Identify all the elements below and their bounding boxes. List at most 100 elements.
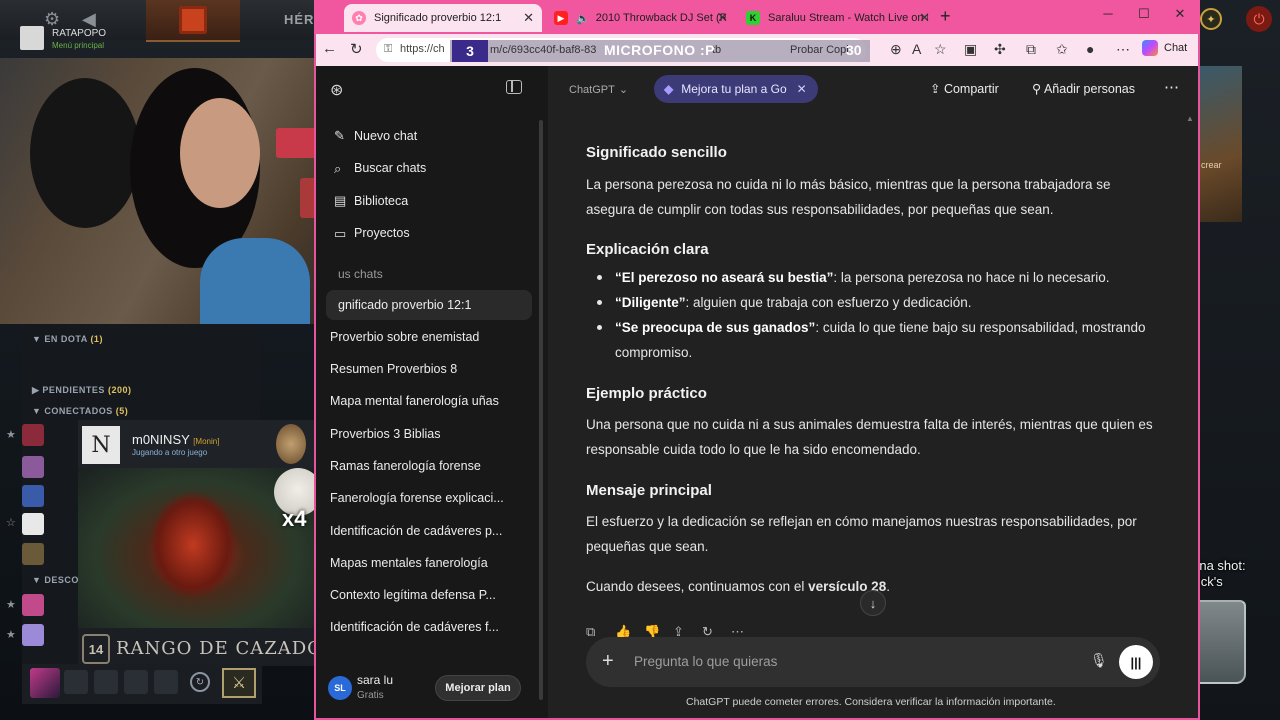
voice-mode-icon[interactable]: ||| (1119, 645, 1153, 679)
dota-logo[interactable] (146, 0, 240, 42)
sidebar-item-nuevo-chat[interactable]: Nuevo chat (354, 129, 417, 143)
party-slot[interactable] (124, 670, 148, 694)
power-icon[interactable]: ⏻ (1246, 6, 1272, 32)
tab-significado[interactable]: ✿ Significado proverbio 12:1 ✕ (344, 4, 542, 32)
close-tab-icon[interactable]: ✕ (919, 10, 930, 26)
profile-icon[interactable]: ● (1086, 41, 1094, 57)
sidebar-toggle-icon[interactable] (506, 80, 522, 94)
upgrade-go-pill[interactable]: ◆ Mejora tu plan a Go ✕ (654, 75, 818, 103)
list-item: “El perezoso no aseará su bestia”: la pe… (615, 270, 1110, 285)
party-slot[interactable] (94, 670, 118, 694)
star-icon[interactable]: ☆ (6, 516, 16, 529)
friend-avatar[interactable] (22, 456, 44, 478)
new-tab-icon[interactable]: + (940, 6, 951, 27)
close-tab-icon[interactable]: ✕ (717, 10, 728, 26)
close-window-icon[interactable]: ✕ (1162, 6, 1198, 22)
read-aloud-icon[interactable]: A (912, 41, 921, 57)
puzzle-icon[interactable]: ✣ (994, 41, 1006, 58)
star-icon[interactable]: ★ (6, 428, 16, 441)
chat-item[interactable]: Resumen Proverbios 8 (330, 362, 520, 376)
zoom-icon[interactable]: ⊕ (890, 41, 902, 58)
chatgpt-logo-icon[interactable]: ⊛ (330, 80, 343, 100)
chat-item[interactable]: Proverbios 3 Biblias (330, 427, 520, 441)
sidebar-item-proyectos[interactable]: Proyectos (354, 226, 410, 240)
upgrade-plan-button[interactable]: Mejorar plan (435, 675, 521, 701)
tab-saraluu-stream[interactable]: K Saraluu Stream - Watch Live on Ki ✕ (738, 4, 938, 32)
share-icon: ⇪ (930, 82, 944, 96)
favorites-icon[interactable]: ✩ (1056, 41, 1068, 58)
chat-item[interactable]: Contexto legítima defensa P... (330, 588, 520, 602)
scroll-down-icon[interactable]: ↓ (860, 590, 886, 616)
friend-name[interactable]: RATAPOPO (52, 28, 106, 39)
sidebar-item-biblioteca[interactable]: Biblioteca (354, 194, 408, 208)
reload-icon[interactable]: ↻ (350, 40, 363, 58)
microphone-icon[interactable]: 🎙 (1090, 652, 1108, 669)
friends-section-pendientes[interactable]: ▶ PENDIENTES (200) (32, 385, 131, 396)
minimize-icon[interactable]: ─ (1090, 6, 1126, 21)
paragraph: Una persona que no cuida ni a sus animal… (586, 417, 1153, 457)
tab-throwback[interactable]: ▶ 🔈 2010 Throwback DJ Set (Rihan ✕ (546, 4, 736, 32)
chat-item[interactable]: Proverbio sobre enemistad (330, 330, 520, 344)
share-button[interactable]: ⇪ Compartir (930, 81, 999, 96)
search-icon: ⌕ (334, 161, 342, 176)
sidebar-scrollbar[interactable] (539, 120, 543, 700)
game-right-card-label: crear (1201, 160, 1222, 170)
copilot-chat-button[interactable]: Chat (1142, 40, 1187, 56)
friend-avatar[interactable] (22, 624, 44, 646)
mic-label: MICROFONO :P (604, 42, 715, 58)
diamond-icon: ◆ (664, 82, 674, 96)
prompt-input[interactable]: Pregunta lo que quieras (634, 654, 777, 669)
close-tab-icon[interactable]: ✕ (523, 10, 534, 26)
refresh-icon[interactable]: ↻ (190, 672, 210, 692)
friends-section-en-dota[interactable]: ▼ EN DOTA (1) (32, 334, 103, 344)
maximize-icon[interactable]: ☐ (1126, 6, 1162, 22)
game-heroes-tab[interactable]: HÉR (284, 12, 314, 27)
friend-avatar[interactable] (22, 594, 44, 616)
site-info-icon[interactable]: ⚿ (384, 43, 392, 56)
back-icon[interactable]: ← (322, 40, 337, 57)
chat-item-active[interactable]: gnificado proverbio 12:1 (338, 298, 528, 312)
friend-avatar[interactable] (22, 424, 44, 446)
star-icon[interactable]: ★ (6, 628, 16, 641)
friends-section-desconectados[interactable]: ▼ DESCO (32, 575, 79, 585)
settings-gear-icon[interactable]: ⚙ (44, 9, 60, 30)
more-options-icon[interactable]: ⋯ (1164, 78, 1180, 96)
settings-more-icon[interactable]: ⋯ (1116, 41, 1130, 58)
chatgpt-favicon-icon: ✿ (352, 11, 366, 25)
back-arrow-icon[interactable]: ◀ (82, 9, 96, 30)
chats-section-label: us chats (338, 267, 383, 281)
copilot-icon (1142, 40, 1158, 56)
chat-item[interactable]: Ramas fanerología forense (330, 459, 520, 473)
party-slot[interactable] (154, 670, 178, 694)
friend-avatar[interactable] (20, 26, 44, 50)
tab-label: 2010 Throwback DJ Set (Rihan (595, 12, 726, 24)
game-right-card[interactable] (1200, 66, 1242, 222)
add-people-button[interactable]: ⚲ Añadir personas (1032, 81, 1135, 96)
friend-avatar[interactable] (22, 543, 44, 565)
guild-emblem-icon[interactable]: ⚔ (222, 668, 256, 698)
multiplier-label: x4 (282, 506, 307, 531)
party-slot[interactable] (64, 670, 88, 694)
star-icon[interactable]: ★ (6, 598, 16, 611)
extension-icon[interactable]: ▣ (964, 41, 977, 58)
chat-item[interactable]: Fanerología forense explicaci... (330, 491, 520, 505)
speaker-icon[interactable]: 🔈 (576, 12, 590, 25)
favorite-star-icon[interactable]: ☆ (934, 41, 947, 58)
user-name[interactable]: sara lu (357, 673, 393, 687)
chat-item[interactable]: Identificación de cadáveres p... (330, 524, 520, 538)
chat-item[interactable]: Identificación de cadáveres f... (330, 620, 520, 634)
sidebar-item-buscar-chats[interactable]: Buscar chats (354, 161, 426, 175)
chat-item[interactable]: Mapa mental fanerología uñas (330, 394, 520, 408)
try-copilot-label[interactable]: Probar Copi (790, 44, 849, 56)
friends-section-conectados[interactable]: ▼ CONECTADOS (5) (32, 406, 128, 416)
split-screen-icon[interactable]: ⧉ (1026, 41, 1036, 58)
add-attachment-icon[interactable]: + (602, 650, 614, 673)
avatar[interactable]: SL (328, 676, 352, 700)
party-avatar[interactable] (30, 668, 60, 698)
chat-item[interactable]: Mapas mentales fanerología (330, 556, 520, 570)
scroll-up-arrow-icon[interactable]: ▲ (1186, 114, 1194, 123)
friend-avatar[interactable] (22, 485, 44, 507)
game-currency-icon[interactable]: ✦ (1200, 8, 1222, 30)
model-selector[interactable]: ChatGPT ⌄ (565, 80, 628, 98)
friend-avatar[interactable] (22, 513, 44, 535)
